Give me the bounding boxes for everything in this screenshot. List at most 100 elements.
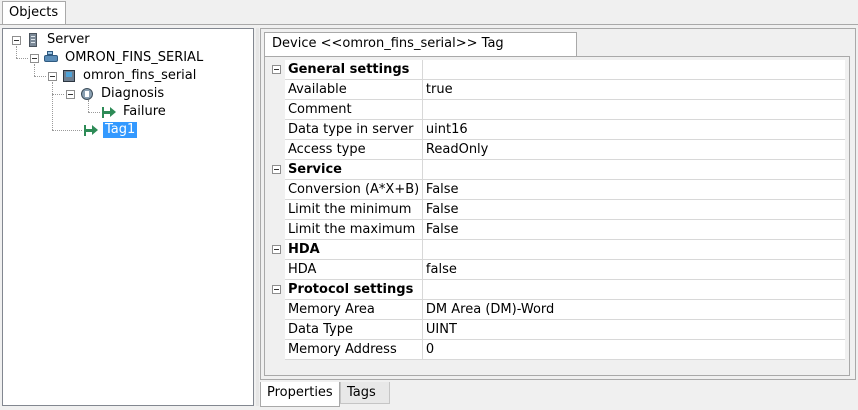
property-row[interactable]: Memory Address 0 [269, 339, 845, 360]
diagnosis-icon [79, 86, 95, 102]
property-name: Limit the minimum [284, 199, 423, 220]
tree-connector [52, 94, 64, 95]
property-value[interactable] [422, 99, 845, 120]
collapse-icon[interactable] [48, 71, 57, 81]
property-value[interactable]: False [422, 199, 845, 220]
tree-node-failure[interactable]: Failure [101, 103, 168, 121]
category-row[interactable]: HDA [269, 239, 845, 260]
property-name: General settings [284, 60, 423, 80]
row-gutter [269, 279, 285, 300]
row-gutter [269, 259, 285, 280]
property-row[interactable]: HDA false [269, 259, 845, 280]
property-value[interactable]: False [422, 219, 845, 240]
collapse-icon[interactable] [30, 53, 39, 63]
property-row[interactable]: Available true [269, 79, 845, 100]
tree-node-server[interactable]: Server [12, 31, 92, 49]
property-value[interactable]: False [422, 179, 845, 200]
property-value [422, 239, 845, 260]
row-gutter [269, 139, 285, 160]
property-row[interactable]: Memory Area DM Area (DM)-Word [269, 299, 845, 320]
tree-node-driver[interactable]: OMRON_FINS_SERIAL [30, 49, 205, 67]
property-name: Comment [284, 99, 423, 120]
tab-objects[interactable]: Objects [2, 1, 66, 25]
tree-node-tag1[interactable]: Tag1 [83, 121, 138, 139]
collapse-icon[interactable] [12, 35, 21, 45]
collapse-icon[interactable] [272, 285, 281, 294]
tag-icon [101, 104, 117, 120]
property-name: HDA [284, 259, 423, 280]
property-row[interactable]: Conversion (A*X+B) False [269, 179, 845, 200]
property-row[interactable]: Data Type UINT [269, 319, 845, 340]
row-gutter [269, 199, 285, 220]
row-gutter [269, 99, 285, 120]
panel-splitter[interactable] [256, 28, 259, 406]
property-value [422, 60, 845, 80]
property-value[interactable]: true [422, 79, 845, 100]
property-value[interactable]: 0 [422, 339, 845, 360]
row-gutter [269, 239, 285, 260]
property-value[interactable]: UINT [422, 319, 845, 340]
property-row[interactable]: Data type in server uint16 [269, 119, 845, 140]
property-grid[interactable]: General settings Available true Comment … [264, 56, 850, 376]
property-row[interactable]: Comment [269, 99, 845, 120]
property-value[interactable]: DM Area (DM)-Word [422, 299, 845, 320]
tree-connector [52, 130, 82, 131]
property-table: General settings Available true Comment … [269, 60, 845, 360]
tab-properties[interactable]: Properties [260, 382, 340, 407]
row-gutter [269, 219, 285, 240]
property-name: Available [284, 79, 423, 100]
tab-tags[interactable]: Tags [340, 382, 390, 404]
property-value[interactable]: ReadOnly [422, 139, 845, 160]
row-gutter [269, 179, 285, 200]
tree-connector [88, 112, 100, 113]
tree-connector [52, 82, 53, 130]
property-value[interactable]: uint16 [422, 119, 845, 140]
server-icon [25, 32, 41, 48]
row-gutter [269, 159, 285, 180]
tree-node-device[interactable]: omron_fins_serial [48, 67, 198, 85]
collapse-icon[interactable] [66, 89, 75, 99]
property-value [422, 159, 845, 180]
row-gutter [269, 79, 285, 100]
tree-node-label: Failure [123, 104, 166, 119]
properties-panel: Device <<omron_fins_serial>> Tag <<Tag1>… [260, 28, 856, 380]
tab-strip-divider [0, 24, 858, 25]
object-tree[interactable]: Server OMRON_FINS_SERIAL omron_fins_seri… [2, 28, 254, 406]
row-gutter [269, 60, 285, 80]
tree-node-diagnosis[interactable]: Diagnosis [66, 85, 166, 103]
device-icon [61, 68, 77, 84]
property-name: Data Type [284, 319, 423, 340]
property-name: Protocol settings [284, 279, 423, 300]
category-row[interactable]: Service [269, 159, 845, 180]
row-gutter [269, 119, 285, 140]
property-value [422, 279, 845, 300]
collapse-icon[interactable] [272, 165, 281, 174]
tag-icon [83, 122, 99, 138]
property-row[interactable]: Limit the maximum False [269, 219, 845, 240]
collapse-icon[interactable] [272, 245, 281, 254]
tree-connector [16, 58, 28, 59]
tab-device-tag[interactable]: Device <<omron_fins_serial>> Tag <<Tag1>… [264, 32, 577, 73]
category-row[interactable]: General settings [269, 60, 845, 80]
row-gutter [269, 299, 285, 320]
property-name: HDA [284, 239, 423, 260]
row-gutter [269, 339, 285, 360]
property-value[interactable]: false [422, 259, 845, 280]
tree-node-label: Diagnosis [101, 86, 165, 101]
tree-node-label-selected: Tag1 [103, 122, 138, 138]
property-name: Memory Address [284, 339, 423, 360]
property-name: Conversion (A*X+B) [284, 179, 423, 200]
property-name: Data type in server [284, 119, 423, 140]
network-icon [43, 50, 59, 66]
property-row[interactable]: Limit the minimum False [269, 199, 845, 220]
property-row[interactable]: Access type ReadOnly [269, 139, 845, 160]
category-row[interactable]: Protocol settings [269, 279, 845, 300]
tree-connector [34, 76, 46, 77]
tree-node-label: OMRON_FINS_SERIAL [65, 50, 204, 65]
property-name: Limit the maximum [284, 219, 423, 240]
collapse-icon[interactable] [272, 65, 281, 74]
tree-node-label: Server [47, 32, 90, 47]
property-name: Access type [284, 139, 423, 160]
row-gutter [269, 319, 285, 340]
tree-node-label: omron_fins_serial [83, 68, 197, 83]
